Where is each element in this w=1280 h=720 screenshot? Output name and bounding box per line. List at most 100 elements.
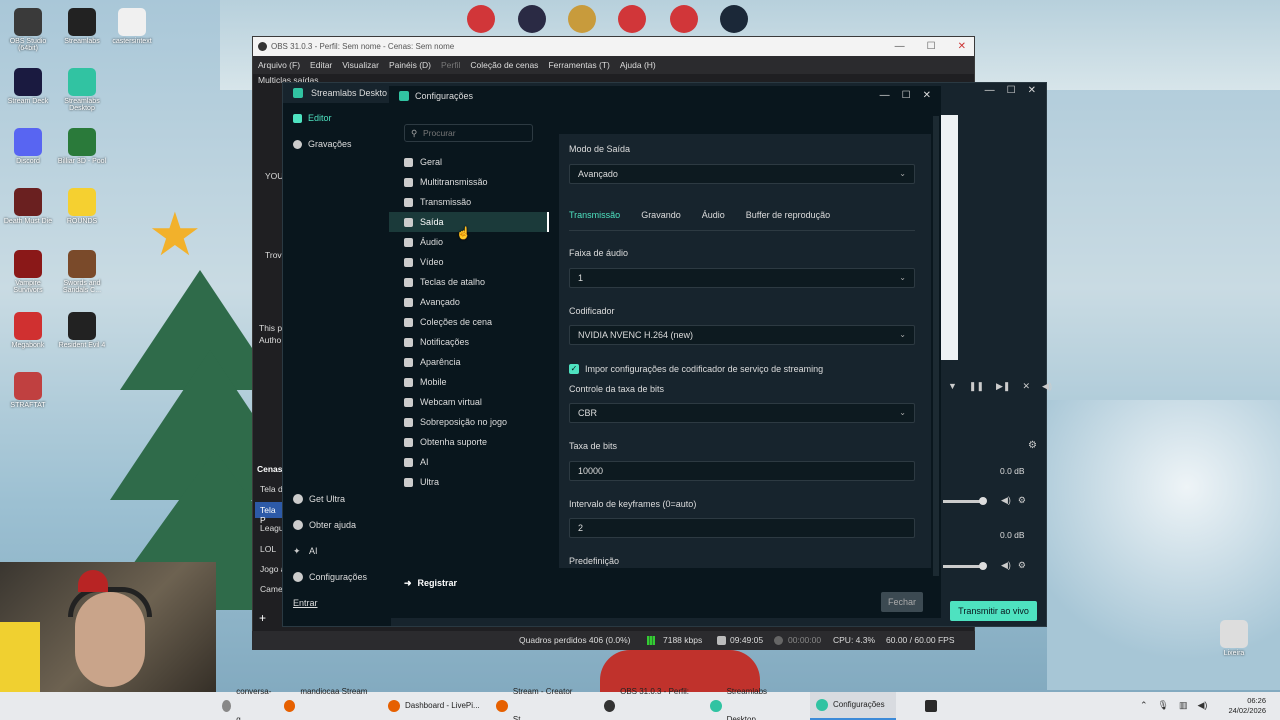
speaker-icon[interactable]: ◀) — [1001, 495, 1011, 506]
menu-item[interactable]: Ferramentas (T) — [548, 56, 609, 74]
maximize-icon[interactable]: ☐ — [1007, 85, 1016, 96]
desktop-icon[interactable]: Megabonk — [0, 312, 56, 349]
desktop-icon[interactable]: Streamlabs Desktop — [54, 68, 110, 112]
sidebar-item-ai[interactable]: ✦ AI — [283, 541, 391, 561]
desktop-icon[interactable]: OBS Studio (64bit) — [0, 8, 56, 52]
desktop-icon[interactable]: Resident Evil 4 — [54, 312, 110, 349]
settings-nav-item[interactable]: Obtenha suporte — [389, 432, 549, 452]
settings-nav-item[interactable]: Aparência — [389, 352, 549, 372]
register-button[interactable]: ➜ Registrar — [404, 578, 457, 589]
obs-scene-item[interactable]: Tela d — [260, 484, 283, 494]
settings-nav-item[interactable]: Teclas de atalho — [389, 272, 549, 292]
output-mode-select[interactable]: Avançado ⌄ — [569, 164, 915, 184]
output-tab[interactable]: Buffer de reprodução — [746, 210, 830, 220]
speaker-icon[interactable]: ◀) — [1001, 560, 1011, 571]
chevron-up-icon[interactable]: ⌃ — [1140, 700, 1148, 711]
taskbar-item[interactable]: Dashboard - LivePi... — [382, 692, 486, 720]
clock-time[interactable]: 06:26 — [1228, 696, 1266, 706]
rate-control-select[interactable]: CBR ⌄ — [569, 403, 915, 423]
output-tab[interactable]: Transmissão — [569, 210, 620, 220]
taskbar-item[interactable]: Stream - Creator St... — [490, 687, 594, 720]
sidebar-item-get-ultra[interactable]: Get Ultra — [283, 489, 391, 509]
login-link[interactable]: Entrar — [283, 593, 391, 613]
valorant-icon[interactable] — [518, 5, 546, 33]
mixer-gear-icon[interactable]: ⚙ — [1028, 440, 1037, 451]
obs-scene-item-selected[interactable]: Tela P — [255, 502, 283, 525]
enforce-checkbox[interactable]: ✓ — [569, 364, 579, 374]
settings-nav-item[interactable]: Geral — [389, 152, 549, 172]
settings-nav-item[interactable]: AI — [389, 452, 549, 472]
league-of-legends-icon[interactable] — [568, 5, 596, 33]
desktop-icon[interactable]: Death Must Die — [0, 188, 56, 225]
riot-client-icon[interactable] — [467, 5, 495, 33]
plus-icon[interactable]: + — [259, 611, 266, 625]
sidebar-item-help[interactable]: Obter ajuda — [283, 515, 391, 535]
volume-slider-2[interactable] — [943, 562, 987, 570]
riot-client-icon-2[interactable] — [618, 5, 646, 33]
network-icon[interactable]: ▥ — [1179, 700, 1188, 711]
obs-titlebar[interactable]: OBS 31.0.3 - Perfil: Sem nome - Cenas: S… — [253, 37, 974, 56]
minimize-icon[interactable]: — — [895, 37, 905, 56]
settings-nav-item[interactable]: Vídeo — [389, 252, 549, 272]
settings-nav-item[interactable]: Avançado — [389, 292, 549, 312]
clock-date[interactable]: 24/02/2026 — [1228, 706, 1266, 716]
desktop-icon[interactable]: Swords and Sandals C... — [54, 250, 110, 294]
settings-nav-item[interactable]: Multitransmissão — [389, 172, 549, 192]
sidebar-item-settings[interactable]: Configurações — [283, 567, 391, 587]
desktop-icon[interactable]: STRAFTAT — [0, 372, 56, 409]
menu-item[interactable]: Editar — [310, 56, 332, 74]
mic-icon[interactable]: 🎙 — [1158, 700, 1169, 711]
close-button[interactable]: Fechar — [881, 592, 923, 612]
go-live-button[interactable]: Transmitir ao vivo — [950, 601, 1037, 621]
taskbar-item[interactable]: OBS 31.0.3 - Perfil: ... — [598, 687, 698, 720]
output-tab[interactable]: Áudio — [702, 210, 725, 220]
bitrate-input[interactable]: 10000 — [569, 461, 915, 481]
output-tab[interactable]: Gravando — [641, 210, 681, 220]
settings-nav-item[interactable]: Transmissão — [389, 192, 549, 212]
obs-scene-item[interactable]: LOL — [260, 544, 276, 554]
desktop-icon[interactable]: Streamlabs — [54, 8, 110, 45]
search-input[interactable]: ⚲ Procurar — [404, 124, 533, 142]
desktop-icon[interactable]: Lixeira — [1206, 620, 1262, 657]
sidebar-item-recordings[interactable]: Gravações — [283, 134, 391, 154]
desktop-icon[interactable]: Stream Deck — [0, 68, 56, 105]
settings-nav-item[interactable]: Sobreposição no jogo — [389, 412, 549, 432]
desktop-icon[interactable]: Billiar 3D - Pool — [54, 128, 110, 165]
settings-titlebar[interactable]: Configurações — ☐ ✕ — [389, 86, 941, 106]
menu-item[interactable]: Ajuda (H) — [620, 56, 656, 74]
settings-nav-item[interactable]: Mobile — [389, 372, 549, 392]
desktop-icon[interactable]: Discord — [0, 128, 56, 165]
gear-icon[interactable]: ⚙ — [1018, 495, 1026, 506]
settings-nav-item[interactable]: Notificações — [389, 332, 549, 352]
desktop-icon[interactable]: Vampire Survivors — [0, 250, 56, 294]
filter-icon[interactable]: ▼ — [948, 381, 957, 392]
next-icon[interactable]: ▶❚ — [996, 381, 1010, 392]
pause-icon[interactable]: ❚❚ — [969, 381, 984, 392]
settings-nav-item[interactable]: Coleções de cena — [389, 312, 549, 332]
menu-item[interactable]: Arquivo (F) — [258, 56, 300, 74]
minimize-icon[interactable]: — — [880, 86, 890, 106]
taskbar-item[interactable]: Streamlabs Desktop — [704, 687, 802, 720]
menu-item[interactable]: Coleção de cenas — [470, 56, 538, 74]
audio-track-select[interactable]: 1 ⌄ — [569, 268, 915, 288]
obs-scene-item[interactable]: Came — [260, 584, 283, 594]
menu-item[interactable]: Painéis (D) — [389, 56, 431, 74]
mute-icon[interactable]: ✕ — [1022, 381, 1030, 392]
riot-client-icon-3[interactable] — [670, 5, 698, 33]
gear-icon[interactable]: ⚙ — [1018, 560, 1026, 571]
close-icon[interactable]: ✕ — [1028, 85, 1036, 96]
taskbar-item[interactable]: mandiocaa Stream ... — [278, 687, 378, 720]
desktop-icon[interactable]: castersintext — [104, 8, 160, 45]
app-icon[interactable] — [925, 700, 937, 712]
taskbar-item[interactable]: conversa-g... — [216, 687, 278, 720]
taskbar-item[interactable]: Configurações — [810, 692, 896, 720]
minimize-icon[interactable]: — — [985, 85, 995, 96]
volume-icon[interactable]: ◀) — [1042, 381, 1052, 392]
volume-icon[interactable]: ◀) — [1198, 700, 1208, 711]
maximize-icon[interactable]: ☐ — [902, 86, 911, 106]
steam-icon[interactable] — [720, 5, 748, 33]
scrollbar[interactable] — [933, 116, 939, 576]
settings-nav-item[interactable]: Webcam virtual — [389, 392, 549, 412]
menu-item[interactable]: Perfil — [441, 56, 460, 74]
obs-scene-item[interactable]: Leagu — [260, 523, 284, 533]
